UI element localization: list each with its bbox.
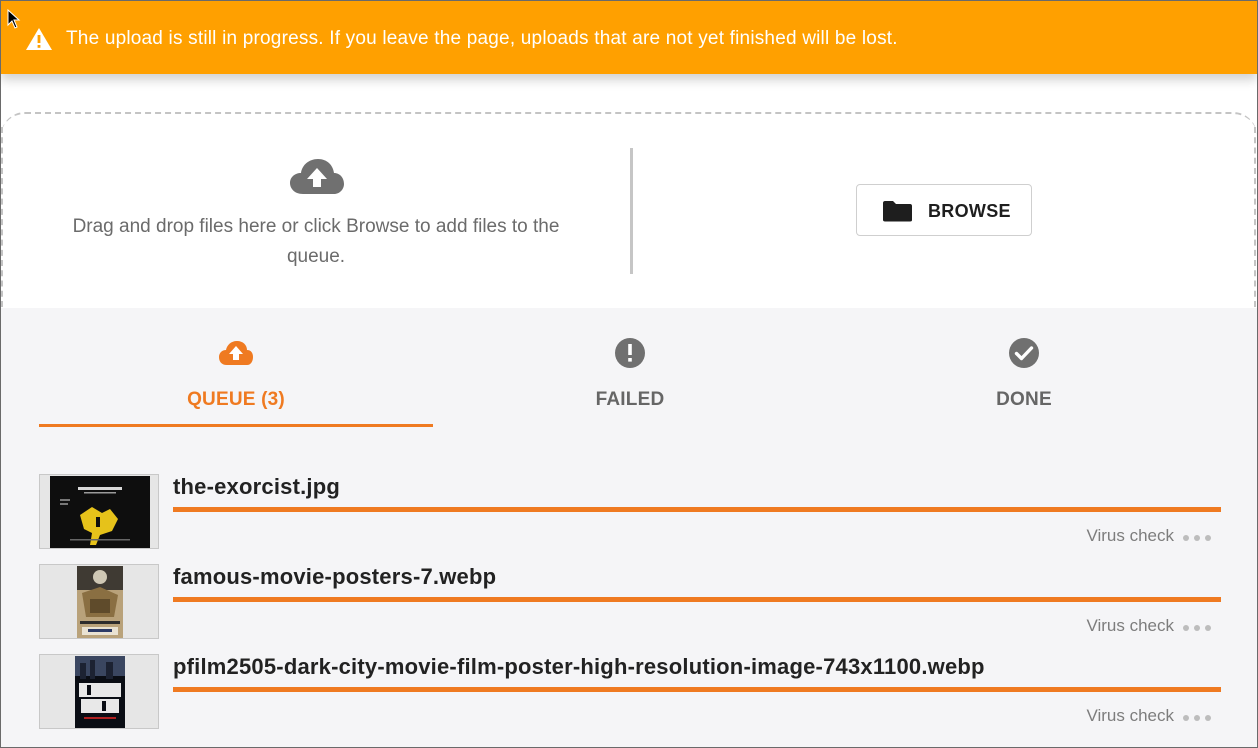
- tab-failed[interactable]: FAILED: [433, 321, 827, 427]
- dark-city-poster-thumbnail: [39, 654, 159, 729]
- loading-dots-icon: [1183, 535, 1211, 541]
- error-icon: [615, 338, 645, 368]
- drop-zone-instructions: Drag and drop files here or click Browse…: [72, 216, 560, 267]
- folder-icon: [883, 201, 912, 222]
- mouse-cursor-icon: [7, 9, 21, 29]
- tab-done-label: DONE: [996, 389, 1052, 410]
- the-exorcist-poster-thumbnail: [39, 474, 159, 549]
- browse-button-label: BROWSE: [928, 201, 1011, 221]
- upload-progress-fill: [173, 687, 1221, 692]
- file-status: Virus check: [1086, 706, 1221, 726]
- loading-dots-icon: [1183, 715, 1211, 721]
- upload-page: The upload is still in progress. If you …: [0, 0, 1258, 748]
- warning-icon: [26, 28, 52, 50]
- upload-progress-fill: [173, 597, 1221, 602]
- file-status-label: Virus check: [1086, 616, 1174, 635]
- queue-file-row: pfilm2505-dark-city-movie-film-poster-hi…: [39, 654, 1221, 744]
- file-name: pfilm2505-dark-city-movie-film-poster-hi…: [173, 654, 985, 679]
- loading-dots-icon: [1183, 625, 1211, 631]
- drop-zone-divider: [630, 148, 633, 274]
- tab-failed-label: FAILED: [595, 389, 665, 410]
- upload-progress-bar: [173, 597, 1221, 602]
- browse-button[interactable]: BROWSE: [856, 184, 1032, 236]
- upload-progress-bar: [173, 687, 1221, 692]
- file-status-label: Virus check: [1086, 706, 1174, 725]
- file-status: Virus check: [1086, 616, 1221, 636]
- drop-zone-right-border: [1254, 127, 1256, 307]
- check-circle-icon: [1009, 338, 1039, 368]
- active-tab-indicator: [39, 424, 433, 427]
- upload-progress-bar: [173, 507, 1221, 512]
- file-name: famous-movie-posters-7.webp: [173, 564, 497, 589]
- file-status: Virus check: [1086, 526, 1221, 546]
- drop-zone[interactable]: [1, 112, 1257, 308]
- tab-done[interactable]: DONE: [827, 321, 1221, 427]
- drop-zone-left-border: [1, 127, 3, 307]
- upload-warning-banner: The upload is still in progress. If you …: [1, 1, 1257, 74]
- file-name: the-exorcist.jpg: [173, 474, 341, 499]
- file-status-label: Virus check: [1086, 526, 1174, 545]
- star-wars-poster-thumbnail: [39, 564, 159, 639]
- upload-progress-fill: [173, 507, 1221, 512]
- cloud-upload-icon: [290, 159, 344, 194]
- queue-file-row: famous-movie-posters-7.webp Virus check: [39, 564, 1221, 654]
- tab-queue-label: QUEUE (3): [187, 389, 285, 410]
- queue-file-row: the-exorcist.jpg Virus check: [39, 474, 1221, 564]
- cloud-upload-icon: [219, 341, 253, 365]
- banner-message: The upload is still in progress. If you …: [66, 28, 898, 49]
- tab-queue[interactable]: QUEUE (3): [39, 321, 433, 427]
